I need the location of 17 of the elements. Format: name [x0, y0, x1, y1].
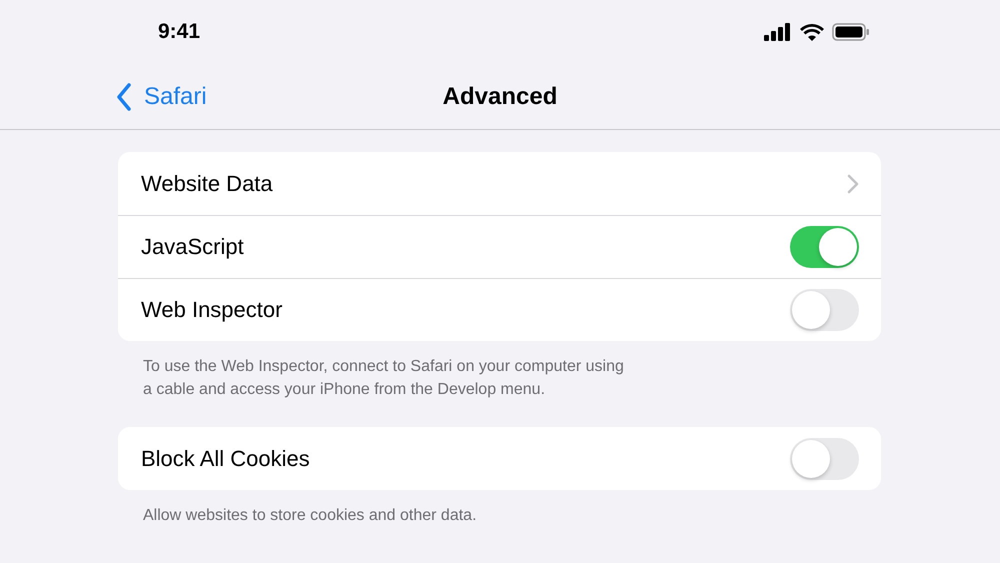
row-label: Web Inspector [141, 297, 282, 323]
row-label: JavaScript [141, 234, 244, 260]
row-label: Block All Cookies [141, 446, 310, 472]
section-footer: To use the Web Inspector, connect to Safari on your computer using a cable and access your iPhone from the Develop menu. [143, 355, 633, 401]
battery-icon [832, 23, 870, 41]
status-time: 9:41 [158, 20, 200, 44]
toggle-switch[interactable] [790, 226, 859, 268]
back-button[interactable]: Safari [116, 82, 207, 110]
page-title: Advanced [442, 82, 558, 110]
chevron-left-icon [116, 82, 132, 110]
toggle-switch[interactable] [790, 289, 859, 331]
section-footer: Allow websites to store cookies and other data. [143, 504, 633, 527]
toggle-switch[interactable] [790, 438, 859, 480]
wifi-icon [800, 23, 824, 41]
chevron-right-icon[interactable] [847, 174, 859, 194]
row-label: Website Data [141, 170, 273, 196]
signal-icon [764, 23, 792, 41]
